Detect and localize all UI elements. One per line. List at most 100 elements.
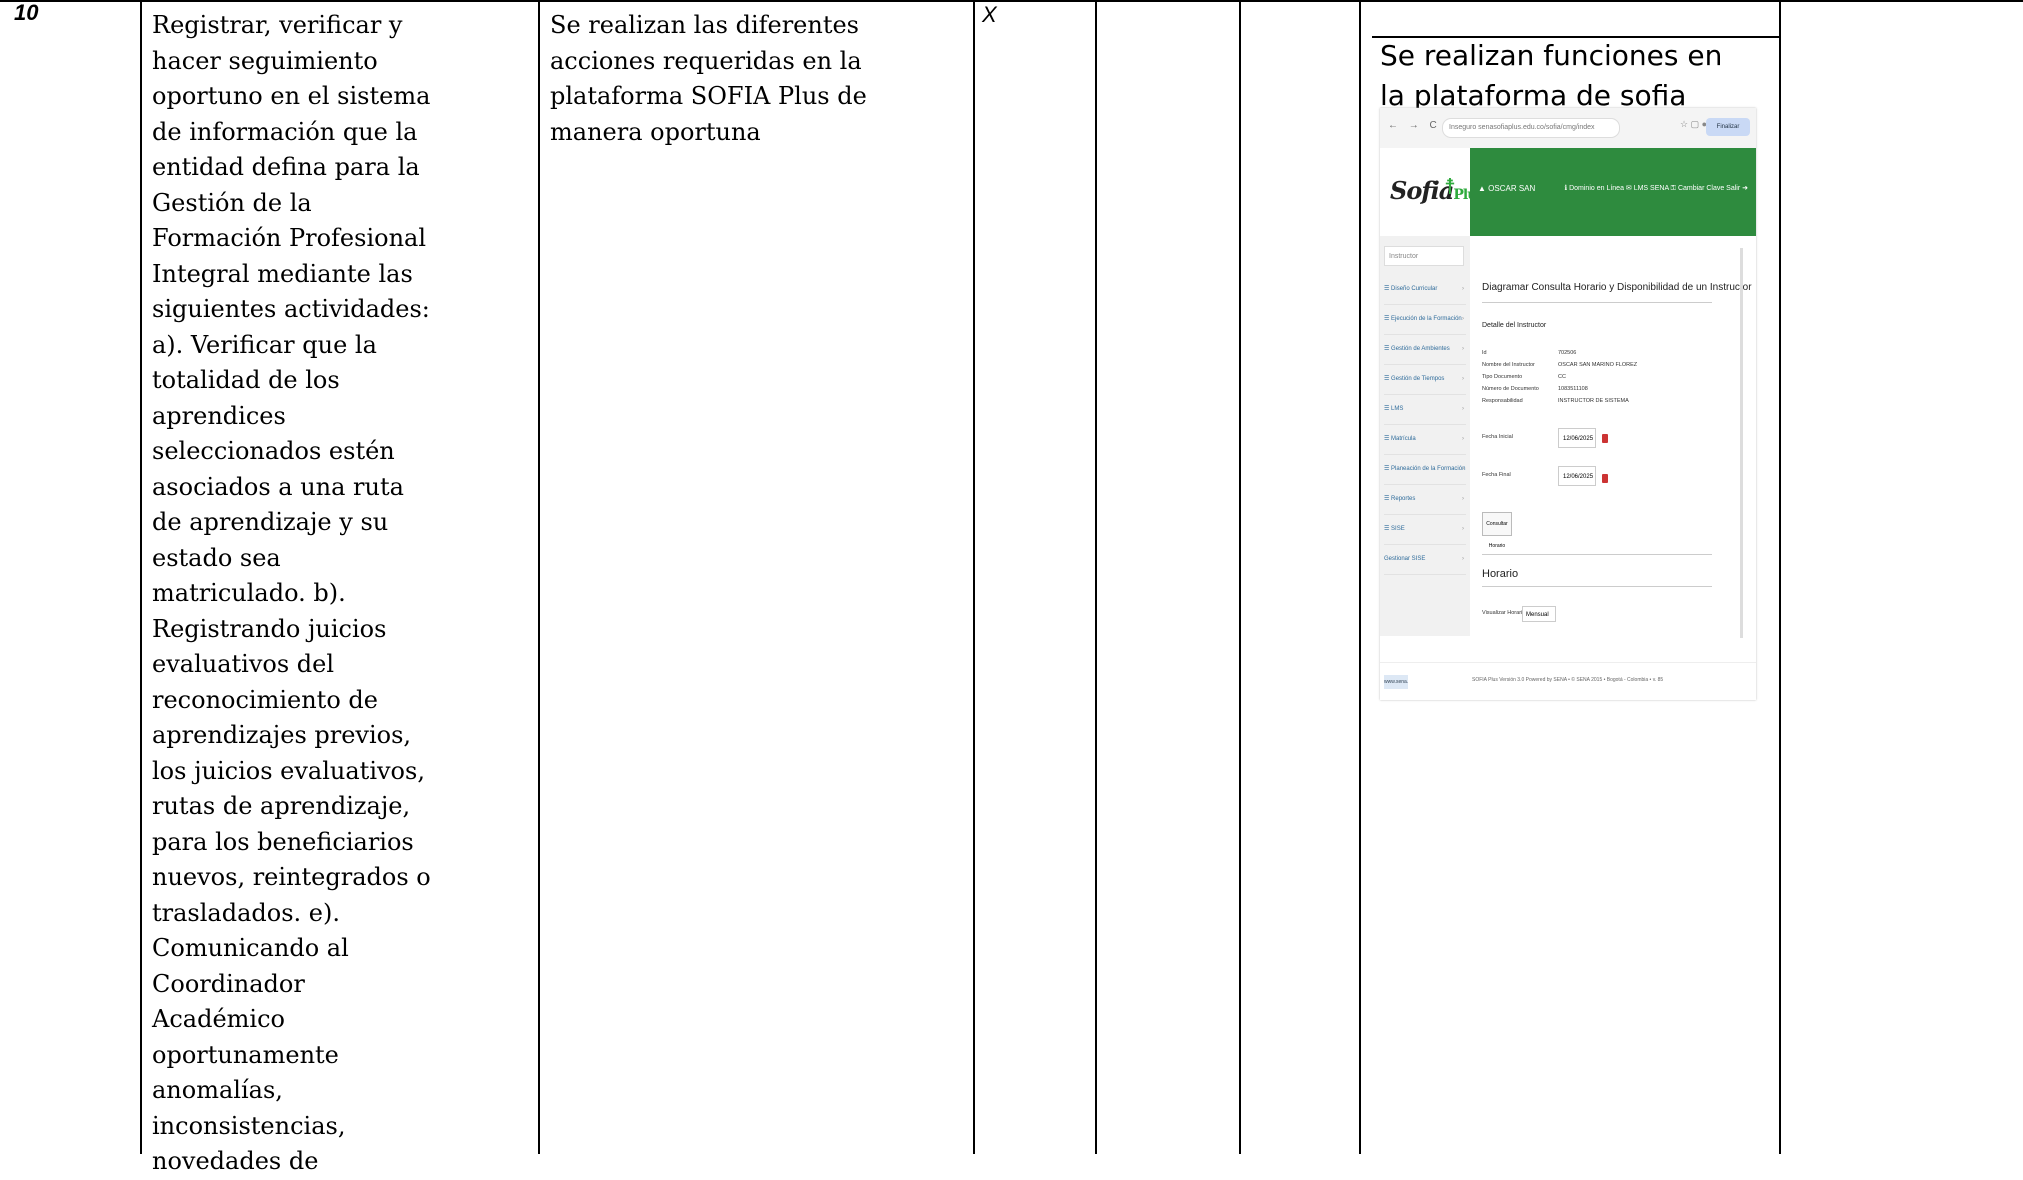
activity-line: Coordinador [152,969,305,998]
activity-line: Académico [152,1005,285,1033]
page-title: Diagramar Consulta Horario y Disponibili… [1482,282,1752,293]
address-bar: Inseguro senasofiaplus.edu.co/sofia/cmg/… [1442,118,1620,138]
activity-line: totalidad de los [152,366,340,394]
activity-line: Gestión de la [152,188,312,217]
activity-line: oportunamente [152,1040,339,1069]
detail-field-value: OSCAR SAN MARINO FLOREZ [1558,362,1638,368]
fecha-inicial-label: Fecha Inicial [1482,434,1513,440]
execution-line: Se realizan las diferentes [550,11,859,39]
visualizar-label: Visualizar Horario [1482,610,1526,616]
activity-line: aprendices [152,401,286,430]
table-top-border [0,0,2023,2]
col-border-1 [140,0,142,1154]
visualizar-select: Mensual [1522,606,1556,622]
sidebar-item: ☰ Ejecución de la Formación [1384,304,1466,335]
fecha-final-label: Fecha Final [1482,472,1511,478]
detail-field-value: INSTRUCTOR DE SISTEMA [1558,398,1629,404]
footer-link: www.sena.edu.co [1384,675,1408,689]
execution-line: acciones requeridas en la [550,46,862,75]
fecha-final-input: 12/06/2025 [1558,466,1596,486]
detail-field-label: Nombre del Instructor [1482,362,1535,368]
col-border-3 [973,0,975,1154]
calendar-icon [1602,474,1608,483]
activity-line: Integral mediante las [152,259,413,288]
detail-field-label: Tipo Documento [1482,374,1523,380]
activity-line: nuevos, reintegrados o [152,863,431,891]
compliance-mark: X [982,2,997,27]
sidebar-item: ☰ LMS [1384,394,1466,425]
activity-line: de aprendizaje y su [152,508,389,536]
sidebar-item: ☰ SISE [1384,514,1466,545]
sidebar-item: ☰ Reportes [1384,484,1466,515]
col-border-5 [1239,0,1241,1154]
sidebar-item: ☰ Gestión de Ambientes [1384,334,1466,365]
activity-line: los juicios evaluativos, [152,756,425,785]
row-number: 10 [14,0,39,25]
sofia-footer: www.sena.edu.co SOFIA Plus Versión 3.0 P… [1380,662,1756,700]
activity-line: asociados a una ruta [152,472,404,501]
detail-field-value: CC [1558,374,1566,380]
browser-nav-icons: ← → C [1388,120,1441,131]
header-links: ℹ Dominio en Línea ✉ LMS SENA ⚿ Cambiar … [1564,185,1748,192]
horario-rule [1482,554,1712,555]
fecha-inicial-input: 12/06/2025 [1558,428,1596,448]
detail-field-label: Responsabilidad [1482,398,1523,404]
calendar-icon [1602,434,1608,443]
activity-line: seleccionados estén [152,437,395,465]
col-border-6 [1359,0,1361,1154]
activity-line: rutas de aprendizaje, [152,792,411,820]
footer-text: SOFIA Plus Versión 3.0 Powered by SENA •… [1472,677,1664,683]
sidebar-search: Instructor [1384,246,1464,266]
sidebar-item: ☰ Gestión de Tiempos [1384,364,1466,395]
sofia-main: Diagramar Consulta Horario y Disponibili… [1472,238,1756,638]
sidebar-item: ☰ Matrícula [1384,424,1466,455]
detail-field-value: 1083511108 [1558,386,1588,392]
activity-line: Registrar, verificar y [152,11,403,39]
detail-field-label: Número de Documento [1482,386,1539,392]
col-border-4 [1095,0,1097,1154]
activity-line: a). Verificar que la [152,330,377,359]
horario-under-rule [1482,586,1712,587]
sofia-header: ▲ OSCAR SAN ℹ Dominio en Línea ✉ LMS SEN… [1470,148,1756,236]
browser-toolbar: ← → C Inseguro senasofiaplus.edu.co/sofi… [1380,108,1756,149]
sidebar-item: Gestionar SISE [1384,544,1466,575]
header-user: ▲ OSCAR SAN [1478,184,1536,193]
activity-line: inconsistencias, [152,1111,346,1140]
sofia-logo: SofiaPlus ☨ [1380,148,1484,236]
execution-description: Se realizan las diferentes acciones reque… [550,8,965,150]
activity-line: matriculado. b). [152,579,346,607]
activity-line: siguientes actividades: [152,295,430,323]
title-rule [1482,302,1712,303]
person-icon: ☨ [1444,174,1456,199]
activity-line: Formación Profesional [152,224,427,252]
evidence-screenshot: ← → C Inseguro senasofiaplus.edu.co/sofi… [1380,108,1756,700]
activity-line: Comunicando al [152,934,349,962]
sofia-sidebar: Instructor ☰ Diseño Curricular☰ Ejecució… [1380,236,1470,636]
col-border-2 [538,0,540,1154]
scrollbar [1740,248,1743,638]
extension-icons: ☆ ▢ ● [1680,119,1708,129]
sidebar-item: ☰ Planeación de la Formación [1384,454,1466,485]
detail-field-value: 702506 [1558,350,1577,356]
activity-line: aprendizajes previos, [152,721,412,749]
activity-line: Registrando juicios [152,614,387,643]
activity-line: para los beneficiarios [152,827,414,856]
activity-line: novedades de [152,1147,319,1175]
detail-field-label: Id [1482,350,1487,356]
activity-line: estado sea [152,543,281,572]
activity-line: hacer seguimiento [152,46,378,75]
activity-line: de información que la [152,117,418,146]
activity-line: anomalías, [152,1076,283,1104]
sidebar-item: ☰ Diseño Curricular [1384,274,1466,305]
update-button: Finalizar actualización [1706,118,1750,136]
activity-line: oportuno en el sistema [152,82,431,110]
horario-heading: Horario [1482,568,1519,580]
execution-line: manera oportuna [550,117,761,146]
activity-line: entidad defina para la [152,153,420,181]
activity-line: trasladados. e). [152,898,340,927]
col-border-7 [1779,0,1781,1154]
execution-line: plataforma SOFIA Plus de [550,82,867,110]
activity-line: evaluativos del [152,650,335,678]
consultar-horario-button: Consultar Horario [1482,512,1512,549]
detail-subtitle: Detalle del Instructor [1482,322,1547,329]
